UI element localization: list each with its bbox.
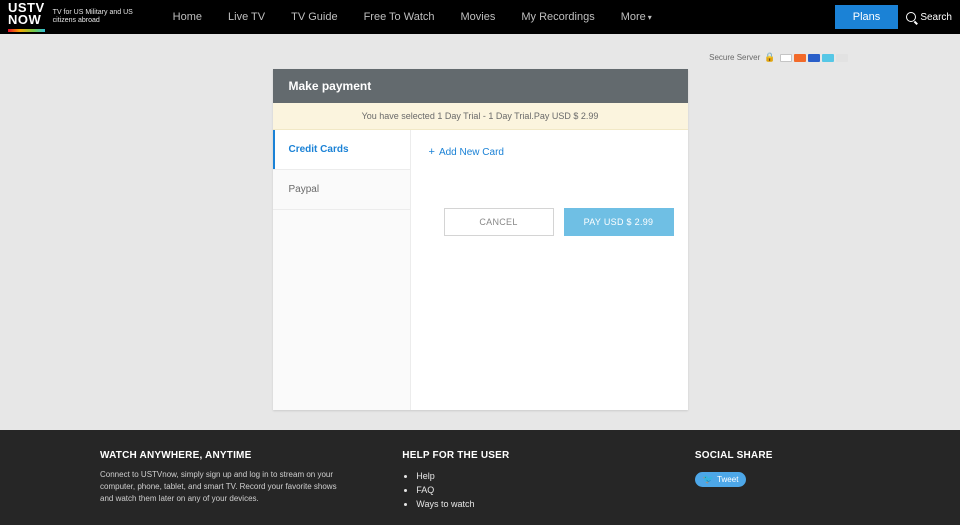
footer-col-social: SOCIAL SHARE 🐦 Tweet bbox=[695, 450, 860, 511]
nav-more[interactable]: More▾ bbox=[621, 11, 652, 23]
selection-banner: You have selected 1 Day Trial - 1 Day Tr… bbox=[273, 103, 688, 130]
tagline: TV for US Military and US citizens abroa… bbox=[53, 9, 143, 25]
brand-logo[interactable]: USTVNOW TV for US Military and US citize… bbox=[8, 2, 143, 32]
secure-server-row: Secure Server 🔒 bbox=[433, 52, 848, 63]
amex-icon bbox=[822, 54, 834, 62]
add-new-card-label: Add New Card bbox=[439, 147, 504, 158]
twitter-icon: 🐦 bbox=[703, 474, 714, 485]
panel-body: Credit Cards Paypal + Add New Card CANCE… bbox=[273, 130, 688, 410]
main-content: Secure Server 🔒 Make payment You have se… bbox=[0, 34, 960, 430]
nav-live-tv[interactable]: Live TV bbox=[228, 11, 265, 23]
nav-my-recordings[interactable]: My Recordings bbox=[521, 11, 594, 23]
footer: WATCH ANYWHERE, ANYTIME Connect to USTVn… bbox=[0, 430, 960, 525]
panel-title: Make payment bbox=[273, 69, 688, 103]
tab-credit-cards[interactable]: Credit Cards bbox=[273, 130, 410, 170]
pay-button[interactable]: PAY USD $ 2.99 bbox=[564, 208, 674, 236]
footer-col-help: HELP FOR THE USER Help FAQ Ways to watch bbox=[402, 450, 655, 511]
nav-free-to-watch[interactable]: Free To Watch bbox=[364, 11, 435, 23]
nav-tv-guide[interactable]: TV Guide bbox=[291, 11, 337, 23]
footer-help-title: HELP FOR THE USER bbox=[402, 450, 655, 461]
payment-panel: Make payment You have selected 1 Day Tri… bbox=[273, 69, 688, 410]
search-icon bbox=[906, 12, 916, 22]
lock-icon: 🔒 bbox=[764, 52, 775, 63]
tab-paypal[interactable]: Paypal bbox=[273, 170, 410, 210]
search-label: Search bbox=[920, 12, 952, 23]
add-new-card-link[interactable]: + Add New Card bbox=[429, 146, 674, 158]
footer-link-ways[interactable]: Ways to watch bbox=[416, 497, 655, 511]
tab-content: + Add New Card CANCEL PAY USD $ 2.99 bbox=[411, 130, 688, 410]
payment-method-icons bbox=[780, 54, 848, 62]
tweet-button[interactable]: 🐦 Tweet bbox=[695, 472, 747, 487]
logo-mark: USTVNOW bbox=[8, 2, 45, 32]
nav-movies[interactable]: Movies bbox=[461, 11, 496, 23]
cancel-button[interactable]: CANCEL bbox=[444, 208, 554, 236]
mastercard-icon bbox=[794, 54, 806, 62]
footer-watch-body: Connect to USTVnow, simply sign up and l… bbox=[100, 469, 340, 505]
plus-icon: + bbox=[429, 146, 435, 158]
paypal-icon bbox=[780, 54, 792, 62]
footer-link-help[interactable]: Help bbox=[416, 469, 655, 483]
footer-social-title: SOCIAL SHARE bbox=[695, 450, 860, 461]
search-button[interactable]: Search bbox=[906, 12, 952, 23]
header-right: Plans Search bbox=[835, 5, 952, 29]
action-buttons: CANCEL PAY USD $ 2.99 bbox=[425, 208, 674, 236]
secure-label: Secure Server bbox=[709, 53, 760, 62]
primary-nav: Home Live TV TV Guide Free To Watch Movi… bbox=[173, 11, 652, 23]
tweet-label: Tweet bbox=[717, 475, 738, 484]
discover-icon bbox=[836, 54, 848, 62]
footer-watch-title: WATCH ANYWHERE, ANYTIME bbox=[100, 450, 362, 461]
top-nav: USTVNOW TV for US Military and US citize… bbox=[0, 0, 960, 34]
chevron-down-icon: ▾ bbox=[648, 13, 652, 22]
payment-method-tabs: Credit Cards Paypal bbox=[273, 130, 411, 410]
plans-button[interactable]: Plans bbox=[835, 5, 899, 29]
footer-col-watch: WATCH ANYWHERE, ANYTIME Connect to USTVn… bbox=[100, 450, 362, 511]
footer-link-faq[interactable]: FAQ bbox=[416, 483, 655, 497]
nav-home[interactable]: Home bbox=[173, 11, 202, 23]
visa-icon bbox=[808, 54, 820, 62]
